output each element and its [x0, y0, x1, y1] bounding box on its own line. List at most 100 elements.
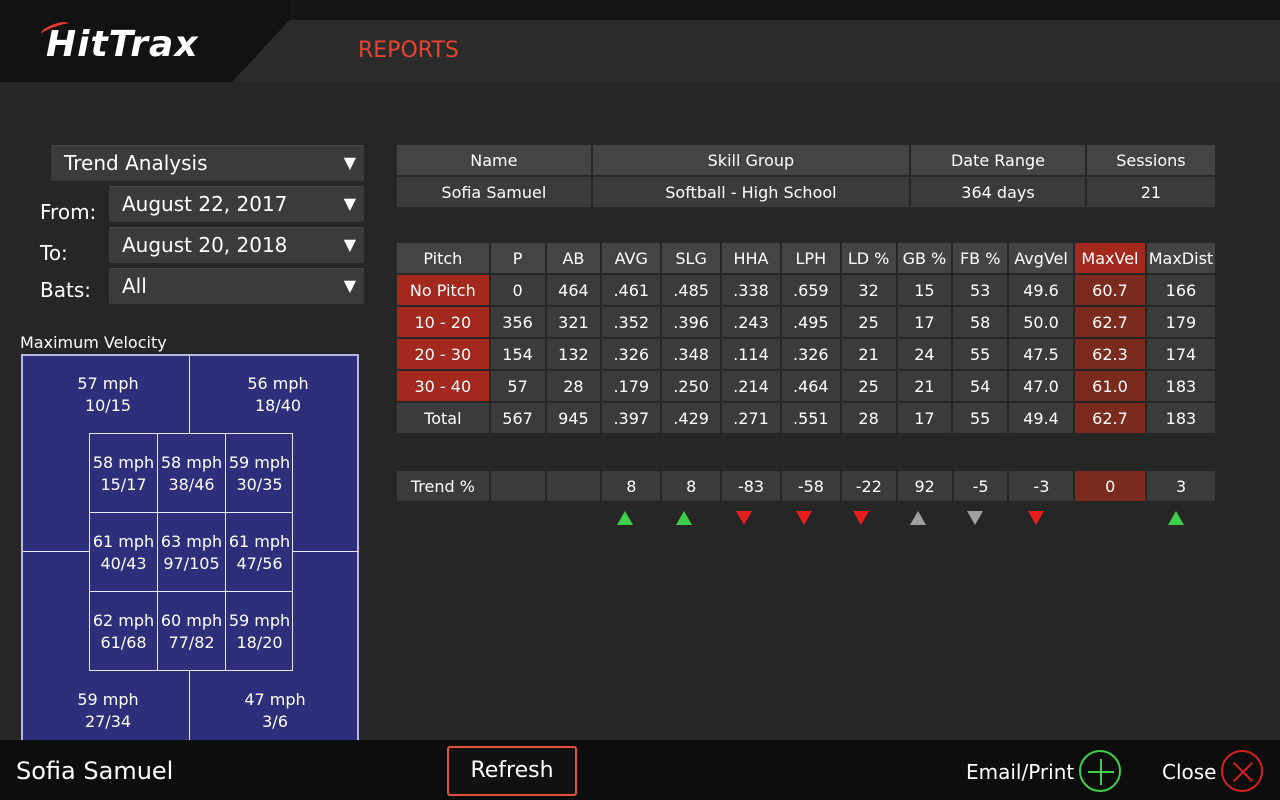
pitch-speed-cell: Total [397, 403, 489, 433]
stats-header: LPH [781, 243, 840, 273]
stats-header: AvgVel [1009, 243, 1073, 273]
stats-cell: .485 [662, 275, 721, 305]
table-row: 30 - 40 57 28.179.250.214.464 25 21 54 47.0 61.… [397, 371, 1215, 401]
zone-inner-cell[interactable]: 58 mph 15/17 [90, 452, 157, 496]
report-type-dropdown[interactable]: Trend Analysis ▼ [51, 145, 364, 181]
trend-cell: -5 [953, 471, 1008, 501]
stats-cell: 183 [1146, 371, 1215, 401]
stats-cell: .429 [662, 403, 721, 433]
table-row: 10 - 20 356 321.352.396.243.495 25 17 58 50.0 6… [397, 307, 1215, 337]
refresh-button[interactable]: Refresh [447, 746, 577, 796]
stats-cell: 61.0 [1075, 371, 1145, 401]
zone-ratio: 10/15 [84, 396, 132, 415]
stats-cell: .659 [781, 275, 840, 305]
zone-outer-top-right[interactable]: 56 mph 18/40 [223, 373, 333, 417]
trend-cell: -22 [841, 471, 896, 501]
bats-dropdown[interactable]: All ▼ [109, 268, 364, 304]
stats-cell: 321 [546, 307, 601, 337]
stats-cell: .495 [781, 307, 840, 337]
stats-cell: 60.7 [1075, 275, 1145, 305]
stats-cell: 62.7 [1075, 403, 1145, 433]
trend-cell [546, 471, 601, 501]
stats-cell: .464 [781, 371, 840, 401]
stats-cell: 15 [897, 275, 952, 305]
plus-icon[interactable] [1079, 750, 1121, 792]
stats-table: Pitch P AB AVG SLG HHA LPH LD % GB % FB % AvgVel Ma… [395, 241, 1217, 435]
stats-cell: 21 [841, 339, 896, 369]
stats-cell: 49.6 [1009, 275, 1073, 305]
stats-header: AVG [602, 243, 661, 273]
stats-cell: 62.3 [1075, 339, 1145, 369]
zone-mph: 61 mph [92, 532, 155, 551]
stats-cell: 57 [490, 371, 545, 401]
zone-outer-bottom-left[interactable]: 59 mph 27/34 [53, 689, 163, 733]
pitch-speed-cell: No Pitch [397, 275, 489, 305]
inner-zone: 58 mph 15/17 58 mph 38/46 59 mph 30/35 6… [89, 433, 293, 671]
stats-cell: 179 [1146, 307, 1215, 337]
zone-inner-cell[interactable]: 63 mph 97/105 [158, 531, 225, 575]
zone-ratio: 30/35 [236, 475, 283, 494]
info-header: Name [397, 145, 591, 175]
info-header: Sessions [1086, 145, 1215, 175]
stats-cell: .114 [722, 339, 780, 369]
stats-cell: .326 [781, 339, 840, 369]
stats-cell: 945 [546, 403, 601, 433]
trend-cell: 0 [1075, 471, 1146, 501]
zone-inner-cell[interactable]: 60 mph 77/82 [158, 610, 225, 654]
chevron-down-icon: ▼ [343, 235, 356, 254]
zone-outer-top-left[interactable]: 57 mph 10/15 [53, 373, 163, 417]
close-label[interactable]: Close [1162, 760, 1216, 784]
stats-cell: 54 [953, 371, 1008, 401]
stats-cell: 0 [490, 275, 545, 305]
stats-cell: .179 [602, 371, 661, 401]
stats-cell: .348 [662, 339, 721, 369]
zone-inner-cell[interactable]: 61 mph 40/43 [90, 531, 157, 575]
zone-ratio: 18/40 [254, 396, 302, 415]
zone-ratio: 40/43 [100, 554, 147, 573]
logo: HitTrax [46, 24, 199, 65]
zone-divider [23, 551, 89, 552]
info-header: Skill Group [592, 145, 910, 175]
stats-cell: 166 [1146, 275, 1215, 305]
to-date-dropdown[interactable]: August 20, 2018 ▼ [109, 227, 364, 263]
strike-zone-chart[interactable]: 57 mph 10/15 56 mph 18/40 59 mph 27/34 4… [21, 354, 359, 747]
trend-down-icon [967, 511, 983, 525]
stats-cell: 32 [841, 275, 896, 305]
zone-inner-cell[interactable]: 59 mph 18/20 [226, 610, 293, 654]
zone-ratio: 47/56 [236, 554, 283, 573]
stats-cell: 464 [546, 275, 601, 305]
stats-cell: .551 [781, 403, 840, 433]
zone-ratio: 3/6 [262, 712, 288, 731]
stats-header: Pitch [397, 243, 489, 273]
zone-divider [90, 512, 292, 513]
zone-inner-cell[interactable]: 61 mph 47/56 [226, 531, 293, 575]
stats-cell: 132 [546, 339, 601, 369]
info-cell: Sofia Samuel [397, 177, 591, 207]
pitch-speed-cell: 20 - 30 [397, 339, 489, 369]
stats-header: MaxDist [1146, 243, 1215, 273]
trend-down-icon [736, 511, 752, 525]
stats-cell: .326 [602, 339, 661, 369]
zone-divider [189, 671, 190, 747]
info-cell: Softball - High School [592, 177, 910, 207]
zone-inner-cell[interactable]: 62 mph 61/68 [90, 610, 157, 654]
from-date-value: August 22, 2017 [122, 192, 288, 216]
stats-cell: 356 [490, 307, 545, 337]
from-date-dropdown[interactable]: August 22, 2017 ▼ [109, 186, 364, 222]
player-name: Sofia Samuel [16, 757, 174, 785]
email-print-label[interactable]: Email/Print [966, 760, 1074, 784]
stats-cell: 55 [953, 339, 1008, 369]
trend-cell: -3 [1009, 471, 1074, 501]
close-icon[interactable] [1221, 750, 1263, 792]
info-cell: 21 [1086, 177, 1215, 207]
trend-cell: 8 [662, 471, 721, 501]
stats-cell: .271 [722, 403, 780, 433]
player-info-table: Name Skill Group Date Range Sessions Sof… [395, 143, 1217, 209]
zone-outer-bottom-right[interactable]: 47 mph 3/6 [220, 689, 330, 733]
pitch-speed-cell: 30 - 40 [397, 371, 489, 401]
stats-cell: 28 [841, 403, 896, 433]
stats-cell: 174 [1146, 339, 1215, 369]
trend-up-icon [617, 511, 633, 525]
zone-inner-cell[interactable]: 59 mph 30/35 [226, 452, 293, 496]
zone-inner-cell[interactable]: 58 mph 38/46 [158, 452, 225, 496]
